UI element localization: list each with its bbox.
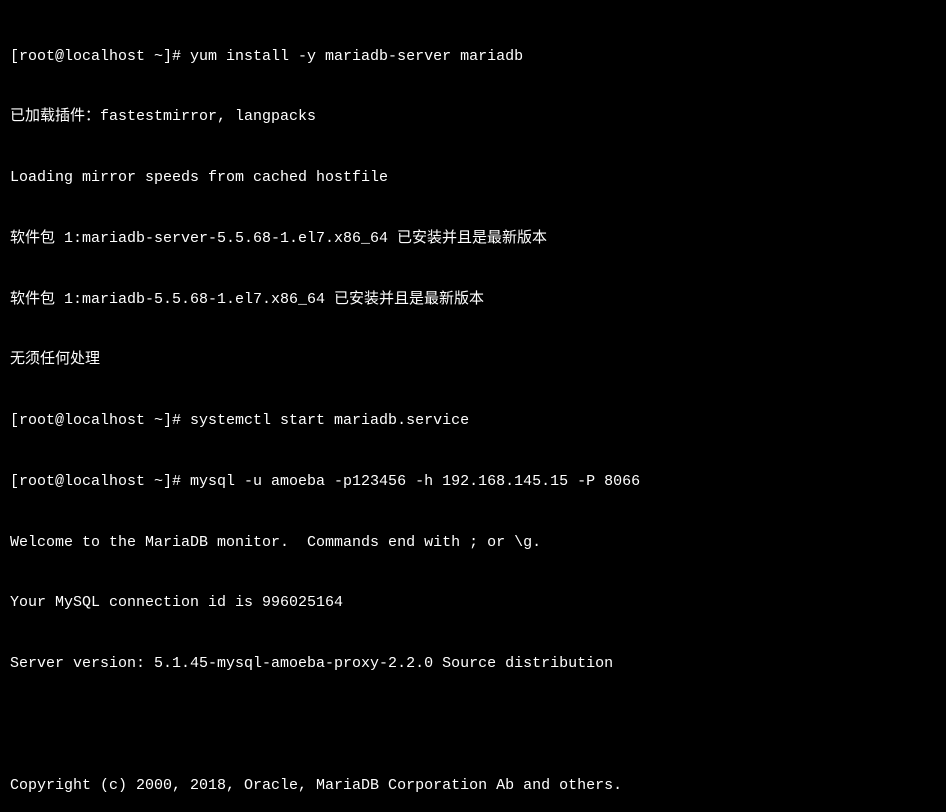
terminal-line: 软件包 1:mariadb-5.5.68-1.el7.x86_64 已安装并且是… <box>10 290 936 310</box>
terminal-line: [root@localhost ~]# mysql -u amoeba -p12… <box>10 472 936 492</box>
terminal-line: Server version: 5.1.45-mysql-amoeba-prox… <box>10 654 936 674</box>
terminal-output[interactable]: [root@localhost ~]# yum install -y maria… <box>0 0 946 812</box>
terminal-line: Your MySQL connection id is 996025164 <box>10 593 936 613</box>
terminal-line: 软件包 1:mariadb-server-5.5.68-1.el7.x86_64… <box>10 229 936 249</box>
terminal-line: Welcome to the MariaDB monitor. Commands… <box>10 533 936 553</box>
terminal-line <box>10 715 936 735</box>
terminal-line: [root@localhost ~]# yum install -y maria… <box>10 47 936 67</box>
terminal-line: 已加载插件：fastestmirror, langpacks <box>10 107 936 127</box>
terminal-line: Loading mirror speeds from cached hostfi… <box>10 168 936 188</box>
terminal-line: [root@localhost ~]# systemctl start mari… <box>10 411 936 431</box>
terminal-line: Copyright (c) 2000, 2018, Oracle, MariaD… <box>10 776 936 796</box>
terminal-line: 无须任何处理 <box>10 350 936 370</box>
